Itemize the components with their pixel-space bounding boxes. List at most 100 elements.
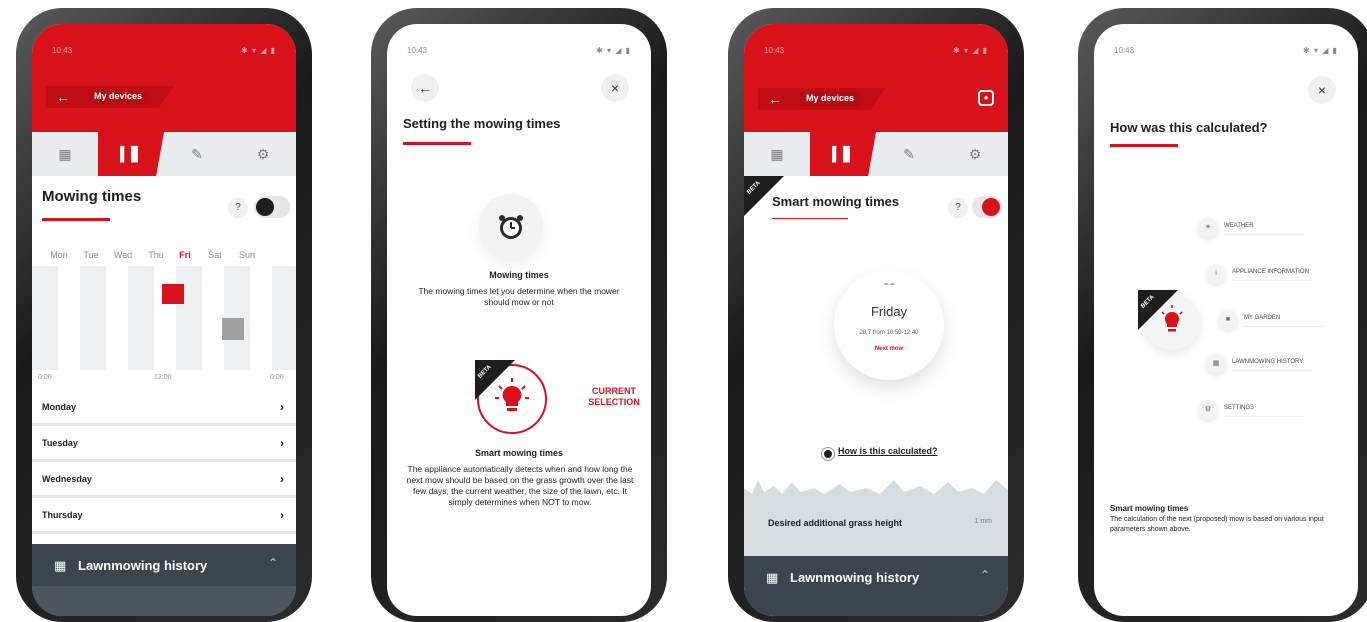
back-label: My devices (800, 92, 861, 106)
mowing-times-option[interactable] (479, 194, 543, 258)
page-title: Mowing times (42, 188, 142, 205)
back-to-devices-button[interactable]: ← My devices (758, 88, 886, 110)
chevron-right-icon: › (280, 436, 284, 450)
status-time: 10:43 (764, 46, 785, 55)
divider (1232, 280, 1312, 281)
alarm-clock-icon (499, 215, 523, 239)
divider (1244, 326, 1324, 327)
day-column[interactable] (202, 266, 224, 370)
day-column[interactable] (250, 266, 272, 370)
gear-icon: ⚙ (1198, 400, 1218, 420)
chevron-right-icon: › (280, 508, 284, 522)
close-icon: × (610, 80, 620, 96)
schedule-grid[interactable] (32, 266, 296, 370)
next-mow-label: Next mow (874, 346, 904, 352)
day-label: Wed (113, 250, 133, 260)
history-drawer[interactable]: ▦ Lawnmowing history ⌃ (32, 544, 296, 616)
history-strip (32, 586, 296, 616)
input-label: MY GARDEN (1244, 315, 1281, 321)
grass-height-setting[interactable]: Desired additional grass height 1 mm (744, 500, 1008, 556)
grid-icon: ▦ (770, 146, 784, 162)
close-button[interactable]: × (601, 74, 629, 102)
back-to-devices-button[interactable]: ← My devices (46, 86, 174, 108)
status-icons: ✱ ▾ ◢ ▮ (241, 46, 276, 55)
how-calculated-link[interactable]: How is this calculated? (838, 446, 938, 456)
title-underline (403, 142, 471, 145)
tab-tools[interactable]: ✎ (876, 132, 942, 176)
grass-height-label: Desired additional grass height (768, 518, 903, 528)
day-column[interactable] (154, 266, 176, 370)
option-title: Smart mowing times (474, 448, 564, 458)
status-bar: 10:43 ✱ ▾ ◢ ▮ (52, 46, 276, 58)
schedule-block-today[interactable] (162, 284, 184, 304)
sun-icon (824, 450, 832, 458)
day-label: Tue (83, 250, 99, 260)
input-label: LAWNMOWING HISTORY (1232, 359, 1304, 365)
screen: 10:43 ✱ ▾ ◢ ▮ × How was this calculated?… (1094, 24, 1358, 616)
mowing-toggle[interactable] (254, 196, 290, 218)
day-row-monday[interactable]: Monday › (32, 392, 296, 426)
day-row-wednesday[interactable]: Wednesday › (32, 464, 296, 498)
day-column[interactable] (106, 266, 128, 370)
header-bar (32, 24, 296, 132)
chevron-up-icon[interactable]: ⌃ (268, 556, 278, 570)
tab-overview[interactable]: ▦ (32, 132, 98, 176)
status-time: 10:43 (52, 46, 73, 55)
smart-toggle[interactable] (972, 196, 1002, 218)
beta-badge: BETA (475, 360, 515, 400)
tab-settings[interactable]: ⚙ (230, 132, 296, 176)
day-label: Sun (238, 250, 255, 260)
weather-icon: ☁☁ (883, 281, 895, 287)
next-mow-dial[interactable]: ☁☁ Friday 28.7 from 10:50-12:40 Next mow (834, 270, 944, 380)
info-icon: i (1206, 264, 1226, 284)
axis-label: 0:00 (38, 374, 52, 381)
page-title: Setting the mowing times (403, 116, 561, 131)
row-label: Tuesday (42, 438, 78, 448)
grass-decoration (744, 480, 1008, 500)
chevron-right-icon: › (280, 472, 284, 486)
garden-icon: ■ (1218, 310, 1238, 330)
screen: 10:43 ✱ ▾ ◢ ▮ ← × Setting the mowing tim… (387, 24, 651, 616)
chevron-right-icon: › (280, 400, 284, 414)
footer-title: Smart mowing times (1110, 504, 1189, 513)
back-arrow-icon: ← (56, 89, 70, 105)
tab-overview[interactable]: ▦ (744, 132, 810, 176)
calendar-icon: ▦ (1206, 354, 1226, 374)
divider (1224, 416, 1304, 417)
lock-icon[interactable]: ● (978, 90, 994, 106)
close-button[interactable]: × (1308, 76, 1336, 104)
wrench-icon: ✎ (191, 146, 203, 162)
help-button[interactable]: ? (228, 198, 248, 218)
input-label: WEATHER (1224, 223, 1254, 229)
input-label: SETTINGS (1224, 405, 1255, 411)
back-button[interactable]: ← (411, 74, 439, 102)
tab-statistics[interactable]: ▍▋ (98, 132, 164, 176)
day-row-tuesday[interactable]: Tuesday › (32, 428, 296, 462)
phone-setting-mowing-times: 10:43 ✱ ▾ ◢ ▮ ← × Setting the mowing tim… (371, 8, 667, 622)
help-button[interactable]: ? (948, 198, 968, 218)
weekday-header: Mon Tue Wed Thu Fri Sat Sun (32, 250, 296, 264)
screen: 10:43 ✱ ▾ ◢ ▮ ← My devices ● ▦ ▍▋ ✎ ⚙ BE… (744, 24, 1008, 616)
tab-settings[interactable]: ⚙ (942, 132, 1008, 176)
chart-icon: ▍▋ (120, 146, 142, 162)
back-label: My devices (88, 90, 149, 104)
gear-icon: ⚙ (968, 146, 982, 162)
schedule-block[interactable] (222, 318, 244, 340)
title-underline (772, 218, 848, 219)
header-bar (744, 24, 1008, 132)
option-description: The appliance automatically detects when… (406, 464, 634, 507)
day-column[interactable] (58, 266, 80, 370)
status-icons: ✱ ▾ ◢ ▮ (953, 46, 988, 55)
tab-statistics[interactable]: ▍▋ (810, 132, 876, 176)
calendar-icon: ▦ (54, 558, 67, 573)
grass-height-value: 1 mm (974, 518, 993, 525)
back-arrow-icon: ← (768, 91, 782, 107)
phone-how-calculated: 10:43 ✱ ▾ ◢ ▮ × How was this calculated?… (1078, 8, 1367, 622)
back-arrow-icon: ← (418, 80, 432, 96)
next-mow-day: Friday (870, 304, 908, 319)
day-row-thursday[interactable]: Thursday › (32, 500, 296, 534)
chevron-up-icon[interactable]: ⌃ (980, 568, 990, 582)
tab-tools[interactable]: ✎ (164, 132, 230, 176)
option-title: Mowing times (489, 270, 549, 280)
history-drawer[interactable]: ▦ Lawnmowing history ⌃ (744, 556, 1008, 616)
